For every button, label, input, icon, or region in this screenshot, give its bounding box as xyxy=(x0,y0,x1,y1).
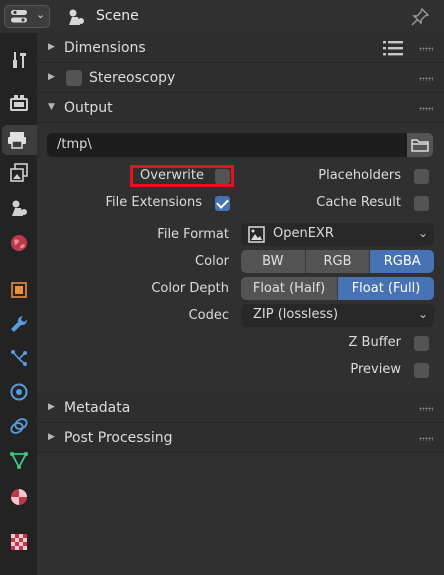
color-rgb-option[interactable]: RGB xyxy=(305,250,371,273)
pin-icon[interactable] xyxy=(410,7,430,27)
texture-icon xyxy=(11,534,27,550)
color-bw-option[interactable]: BW xyxy=(241,250,306,273)
stereoscopy-checkbox[interactable] xyxy=(66,70,82,86)
view-layer-icon xyxy=(10,163,28,182)
world-tab[interactable] xyxy=(4,228,34,258)
output-panel-header[interactable]: ▼ Output xyxy=(37,93,444,123)
post-processing-panel-header[interactable]: ▶ Post Processing xyxy=(37,423,444,453)
scene-tab[interactable] xyxy=(4,193,34,223)
particles-icon xyxy=(11,350,27,366)
output-path-field[interactable]: /tmp\ xyxy=(47,133,407,157)
tool-tab[interactable] xyxy=(4,45,34,75)
presets-list-icon[interactable] xyxy=(383,40,403,56)
render-tab[interactable] xyxy=(4,88,34,118)
post-processing-panel-title: Post Processing xyxy=(64,430,173,446)
drag-handle-icon[interactable] xyxy=(419,107,433,111)
collapse-triangle-icon: ▼ xyxy=(48,102,55,112)
file-format-label: File Format xyxy=(157,227,229,242)
properties-main: ▶ Dimensions ▶ Stereoscopy ▼ Output /tmp… xyxy=(37,33,444,575)
drag-handle-icon[interactable] xyxy=(419,407,433,411)
placeholders-label: Placeholders xyxy=(318,168,401,183)
output-path-value: /tmp\ xyxy=(57,137,92,152)
highlight-box xyxy=(130,165,234,187)
metadata-panel-title: Metadata xyxy=(64,400,131,416)
properties-tab-bar xyxy=(0,33,37,575)
view-layer-tab[interactable] xyxy=(4,158,34,188)
file-format-dropdown[interactable]: OpenEXR ⌄ xyxy=(241,223,434,246)
constraints-tab[interactable] xyxy=(4,411,34,441)
expand-triangle-icon: ▶ xyxy=(48,402,55,412)
placeholders-checkbox[interactable] xyxy=(414,169,429,184)
stereoscopy-panel-title: Stereoscopy xyxy=(89,70,176,86)
color-depth-half-option[interactable]: Float (Half) xyxy=(241,277,338,300)
cache-result-label: Cache Result xyxy=(316,195,401,210)
color-depth-label: Color Depth xyxy=(151,281,229,296)
output-tab[interactable] xyxy=(2,125,37,155)
output-panel-title: Output xyxy=(64,100,113,116)
color-rgba-option[interactable]: RGBA xyxy=(370,250,435,273)
object-icon xyxy=(11,282,27,298)
metadata-panel-header[interactable]: ▶ Metadata xyxy=(37,393,444,423)
material-tab[interactable] xyxy=(4,482,34,512)
wrench-icon xyxy=(11,315,28,332)
mesh-data-icon xyxy=(10,452,28,469)
color-mode-selector: BW RGB RGBA xyxy=(241,250,435,273)
stereoscopy-panel-header[interactable]: ▶ Stereoscopy xyxy=(37,63,444,93)
particles-tab[interactable] xyxy=(4,343,34,373)
file-extensions-label: File Extensions xyxy=(105,195,202,210)
browse-folder-button[interactable] xyxy=(407,133,433,157)
data-tab[interactable] xyxy=(4,445,34,475)
editor-type-selector[interactable]: ⌄ xyxy=(4,5,50,28)
tool-icon xyxy=(13,52,26,68)
scene-icon xyxy=(69,9,84,25)
drag-handle-icon[interactable] xyxy=(419,47,433,51)
folder-icon xyxy=(411,139,429,152)
properties-header: ⌄ Scene xyxy=(0,0,444,33)
texture-tab[interactable] xyxy=(4,527,34,557)
file-extensions-checkbox[interactable] xyxy=(215,196,230,211)
world-icon xyxy=(11,235,27,251)
physics-tab[interactable] xyxy=(4,377,34,407)
physics-icon xyxy=(10,383,28,401)
color-label: Color xyxy=(195,254,229,269)
preview-checkbox[interactable] xyxy=(414,363,429,378)
properties-editor-icon xyxy=(11,10,27,23)
color-depth-selector: Float (Half) Float (Full) xyxy=(241,277,434,300)
chevron-down-icon: ⌄ xyxy=(417,307,428,321)
chevron-down-icon: ⌄ xyxy=(36,8,46,21)
drag-handle-icon[interactable] xyxy=(419,437,433,441)
chevron-down-icon: ⌄ xyxy=(417,226,428,240)
scene-properties-icon xyxy=(12,200,27,216)
scene-label: Scene xyxy=(96,8,139,24)
codec-value: ZIP (lossless) xyxy=(253,307,339,322)
expand-triangle-icon: ▶ xyxy=(48,42,55,52)
file-format-value: OpenEXR xyxy=(273,226,334,241)
expand-triangle-icon: ▶ xyxy=(48,432,55,442)
codec-dropdown[interactable]: ZIP (lossless) ⌄ xyxy=(241,304,434,327)
drag-handle-icon[interactable] xyxy=(419,77,433,81)
codec-label: Codec xyxy=(188,308,229,323)
z-buffer-checkbox[interactable] xyxy=(414,336,429,351)
constraints-icon xyxy=(10,418,28,434)
output-icon xyxy=(8,132,26,149)
z-buffer-label: Z Buffer xyxy=(348,335,402,350)
object-tab[interactable] xyxy=(4,275,34,305)
render-icon xyxy=(10,95,28,111)
expand-triangle-icon: ▶ xyxy=(48,72,55,82)
dimensions-panel-title: Dimensions xyxy=(64,40,146,56)
image-icon xyxy=(248,226,265,243)
material-icon xyxy=(11,489,27,505)
modifiers-tab[interactable] xyxy=(4,309,34,339)
preview-label: Preview xyxy=(350,362,401,377)
cache-result-checkbox[interactable] xyxy=(414,196,429,211)
dimensions-panel-header[interactable]: ▶ Dimensions xyxy=(37,33,444,63)
color-depth-full-option[interactable]: Float (Full) xyxy=(338,277,434,300)
